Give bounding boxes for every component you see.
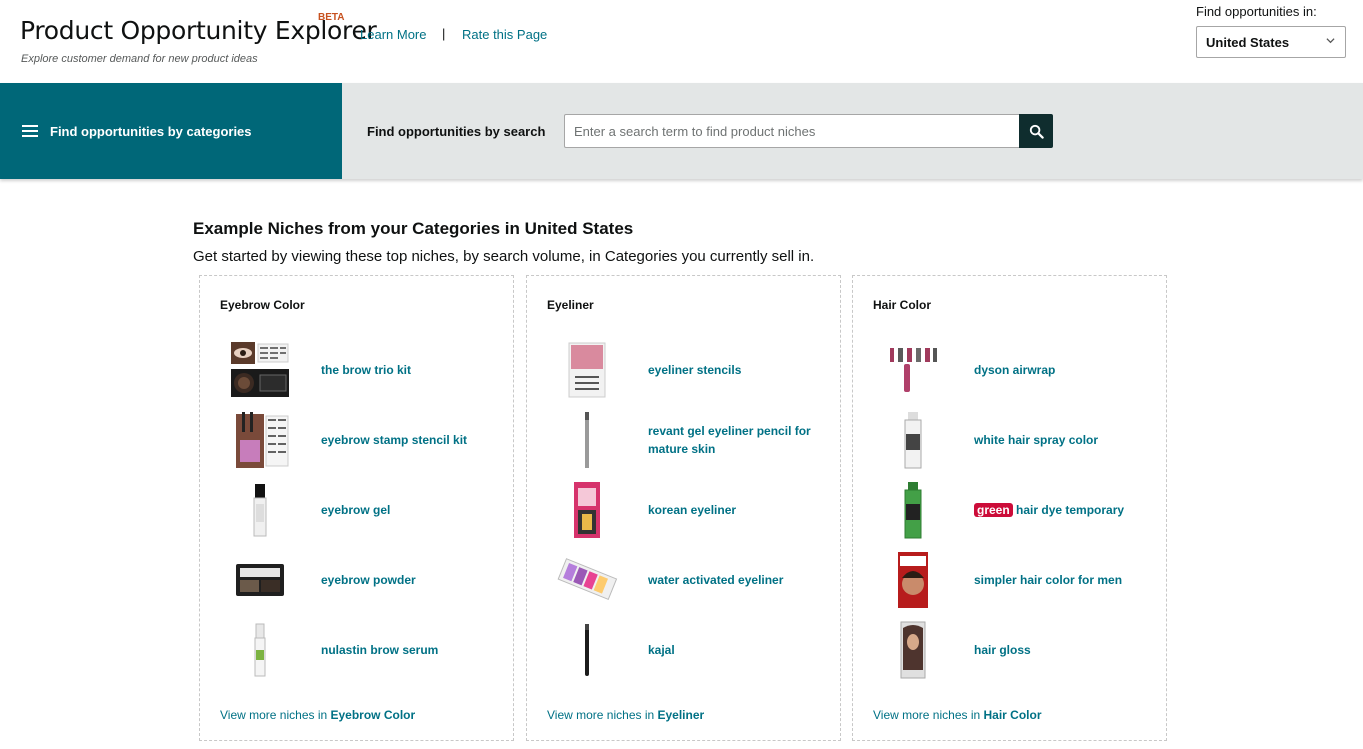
niche-item[interactable]: kajal <box>547 615 827 685</box>
view-more-link[interactable]: View more niches in Eyebrow Color <box>220 708 415 722</box>
product-thumbnail <box>547 549 627 611</box>
product-thumbnail <box>547 339 627 401</box>
niche-item[interactable]: revant gel eyeliner pencil for mature sk… <box>547 405 827 475</box>
niche-item[interactable]: eyeliner stencils <box>547 335 827 405</box>
niche-link[interactable]: kajal <box>648 641 675 659</box>
niche-link[interactable]: hair gloss <box>974 641 1031 659</box>
country-select[interactable]: United States <box>1196 26 1346 58</box>
niche-item[interactable]: the brow trio kit <box>220 335 500 405</box>
product-thumbnail <box>873 549 953 611</box>
niche-link[interactable]: eyebrow powder <box>321 571 416 589</box>
niche-link[interactable]: eyebrow gel <box>321 501 390 519</box>
product-thumbnail <box>220 549 300 611</box>
niche-item[interactable]: dyson airwrap <box>873 335 1153 405</box>
find-in-label: Find opportunities in: <box>1196 4 1317 19</box>
niche-item[interactable]: simpler hair color for men <box>873 545 1153 615</box>
section-description: Get started by viewing these top niches,… <box>193 248 815 265</box>
product-thumbnail <box>873 479 953 541</box>
niche-link[interactable]: green hair dye temporary <box>974 501 1124 519</box>
search-icon <box>1029 124 1044 139</box>
niche-link[interactable]: water activated eyeliner <box>648 571 783 589</box>
learn-more-link[interactable]: Learn More <box>360 27 426 42</box>
section-title: Example Niches from your Categories in U… <box>193 219 634 238</box>
product-thumbnail <box>220 619 300 681</box>
card-title: Hair Color <box>873 298 932 312</box>
rate-page-link[interactable]: Rate this Page <box>462 27 547 42</box>
niche-link[interactable]: revant gel eyeliner pencil for mature sk… <box>648 422 827 458</box>
categories-menu-button[interactable]: Find opportunities by categories <box>0 83 342 179</box>
niche-item[interactable]: water activated eyeliner <box>547 545 827 615</box>
niche-link[interactable]: simpler hair color for men <box>974 571 1122 589</box>
niche-item[interactable]: hair gloss <box>873 615 1153 685</box>
hamburger-menu-icon <box>22 125 38 137</box>
app-subtitle: Explore customer demand for new product … <box>21 53 258 65</box>
niche-item[interactable]: white hair spray color <box>873 405 1153 475</box>
beta-badge: BETA <box>318 12 345 23</box>
highlighted-keyword: green <box>974 503 1013 517</box>
view-more-link[interactable]: View more niches in Eyeliner <box>547 708 704 722</box>
niche-item[interactable]: nulastin brow serum <box>220 615 500 685</box>
category-card-eyeliner: Eyeliner eyeliner stencils revant gel ey… <box>526 275 841 741</box>
product-thumbnail <box>873 619 953 681</box>
card-title: Eyebrow Color <box>220 298 305 312</box>
niche-link[interactable]: eyeliner stencils <box>648 361 741 379</box>
niche-item[interactable]: green hair dye temporary <box>873 475 1153 545</box>
category-card-eyebrow-color: Eyebrow Color the brow trio kit eyebrow … <box>199 275 514 741</box>
niche-link[interactable]: eyebrow stamp stencil kit <box>321 431 467 449</box>
search-label: Find opportunities by search <box>367 124 546 139</box>
niche-item[interactable]: eyebrow stamp stencil kit <box>220 405 500 475</box>
card-title: Eyeliner <box>547 298 594 312</box>
niche-item[interactable]: eyebrow gel <box>220 475 500 545</box>
country-select-value: United States <box>1206 34 1290 50</box>
product-thumbnail <box>220 479 300 541</box>
product-thumbnail <box>547 479 627 541</box>
niche-link[interactable]: korean eyeliner <box>648 501 736 519</box>
nav-bar: Find opportunities by categories Find op… <box>0 83 1363 179</box>
niche-item[interactable]: eyebrow powder <box>220 545 500 615</box>
product-thumbnail <box>547 409 627 471</box>
view-more-link[interactable]: View more niches in Hair Color <box>873 708 1042 722</box>
niche-link[interactable]: white hair spray color <box>974 431 1098 449</box>
niche-link[interactable]: the brow trio kit <box>321 361 411 379</box>
search-input[interactable] <box>564 114 1020 148</box>
category-card-hair-color: Hair Color dyson airwrap white hair spra… <box>852 275 1167 741</box>
niche-item[interactable]: korean eyeliner <box>547 475 827 545</box>
search-button[interactable] <box>1019 114 1053 148</box>
product-thumbnail <box>220 409 300 471</box>
categories-menu-label: Find opportunities by categories <box>50 123 252 139</box>
product-thumbnail <box>873 339 953 401</box>
product-thumbnail <box>547 619 627 681</box>
chevron-down-icon <box>1326 38 1335 44</box>
link-separator: | <box>442 26 446 41</box>
niche-link[interactable]: dyson airwrap <box>974 361 1055 379</box>
product-thumbnail <box>873 409 953 471</box>
header: Product Opportunity Explorer BETA Learn … <box>0 0 1363 83</box>
niche-link[interactable]: nulastin brow serum <box>321 641 438 659</box>
product-thumbnail <box>220 339 300 401</box>
